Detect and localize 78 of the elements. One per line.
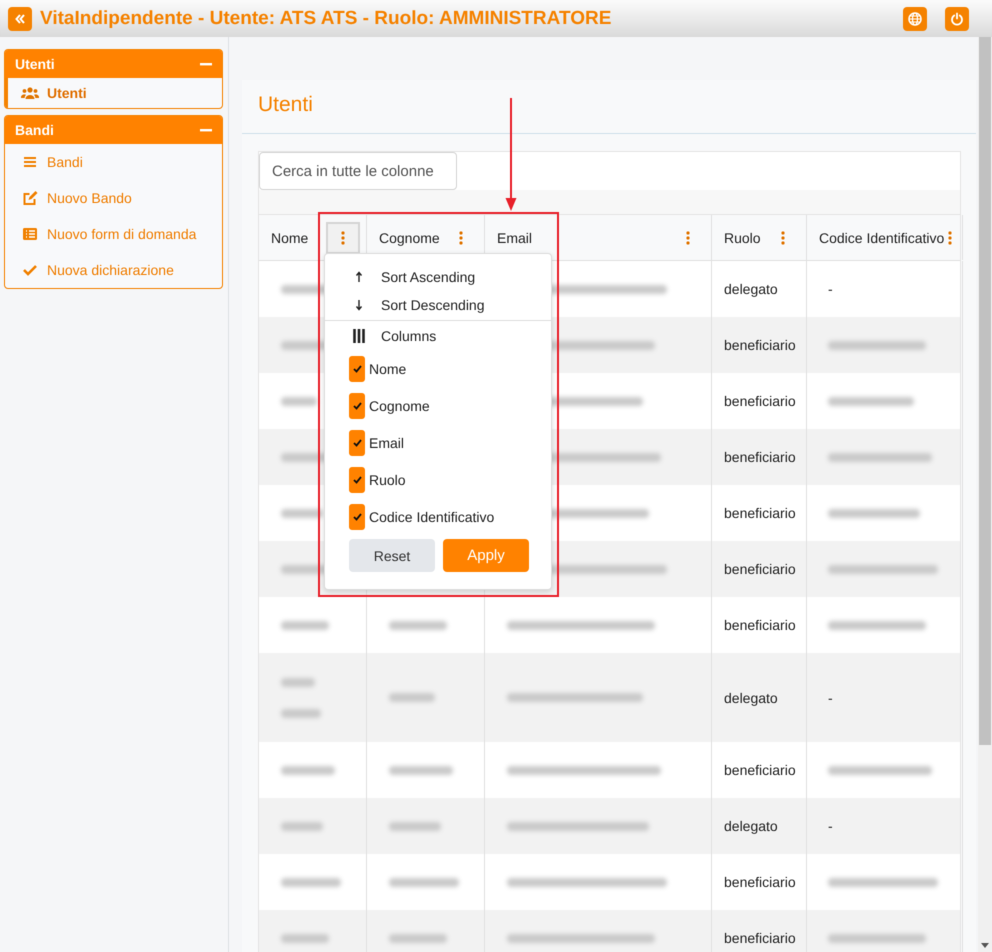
- table-cell: delegato: [724, 818, 778, 834]
- blurred-text: [389, 822, 441, 830]
- power-icon: [950, 12, 964, 26]
- table-cell: beneficiario: [724, 930, 796, 946]
- column-menu-button[interactable]: [326, 222, 360, 254]
- app-title: VitaIndipendente - Utente: ATS ATS - Ruolo: AMMINISTRATORE: [40, 8, 612, 30]
- checkbox[interactable]: [349, 356, 365, 382]
- more-vertical-icon: [781, 230, 785, 244]
- table-cell: beneficiario: [724, 762, 796, 778]
- blurred-text: [281, 934, 329, 942]
- blurred-text: [281, 678, 321, 718]
- column-title: Email: [497, 230, 532, 246]
- blurred-text: [389, 878, 459, 886]
- checkbox[interactable]: [349, 504, 365, 530]
- column-title: Codice Identificativo: [819, 230, 944, 246]
- menu-item[interactable]: Sort Ascending: [325, 263, 551, 291]
- blurred-text: [389, 766, 453, 774]
- menu-item[interactable]: Sort Descending: [325, 291, 551, 319]
- edit-icon: [21, 190, 39, 206]
- more-vertical-icon: [341, 230, 345, 244]
- table-cell: beneficiario: [724, 449, 796, 465]
- column-checkbox[interactable]: Codice Identificativo: [325, 498, 551, 535]
- table-cell: -: [828, 281, 833, 297]
- checkmark-icon: [352, 512, 362, 520]
- table-cell: -: [828, 690, 833, 706]
- column-checkbox[interactable]: Nome: [325, 350, 551, 387]
- checkbox[interactable]: [349, 430, 365, 456]
- blurred-text: [281, 766, 335, 774]
- table-cell: beneficiario: [724, 561, 796, 577]
- checkmark-icon: [352, 402, 362, 410]
- blurred-text: [281, 508, 323, 518]
- checkmark-icon: [352, 364, 362, 372]
- table-cell: beneficiario: [724, 874, 796, 890]
- blurred-text: [389, 934, 447, 942]
- checkmark-icon: [352, 438, 362, 446]
- blurred-text: [281, 620, 329, 630]
- logout-button[interactable]: [945, 6, 969, 30]
- blurred-text: [281, 878, 341, 886]
- page-title: Utenti: [242, 80, 976, 134]
- column-checkbox[interactable]: Ruolo: [325, 461, 551, 498]
- column-title: Nome: [271, 230, 308, 246]
- table-cell: beneficiario: [724, 505, 796, 521]
- table-cell: beneficiario: [724, 393, 796, 409]
- table-cell: beneficiario: [724, 337, 796, 353]
- table-cell: beneficiario: [724, 617, 796, 633]
- table-cell: -: [828, 818, 833, 834]
- columns-icon: [353, 329, 365, 343]
- table-cell: delegato: [724, 690, 778, 706]
- double-chevron-left-icon: [14, 12, 26, 24]
- more-vertical-icon: [686, 230, 690, 244]
- scroll-down-icon[interactable]: [981, 943, 989, 948]
- form-icon: [21, 228, 39, 240]
- arrow-up-icon: [353, 271, 365, 283]
- column-checkbox[interactable]: Email: [325, 424, 551, 461]
- more-vertical-icon: [948, 230, 952, 244]
- more-vertical-icon: [459, 230, 463, 244]
- globe-icon: [908, 12, 922, 26]
- blurred-text: [389, 620, 447, 630]
- check-icon: [21, 264, 39, 276]
- checkbox[interactable]: [349, 466, 365, 492]
- table-cell: delegato: [724, 281, 778, 297]
- column-checkbox[interactable]: Cognome: [325, 387, 551, 424]
- checkbox[interactable]: [349, 392, 365, 418]
- users-icon: [21, 86, 39, 100]
- column-title: Cognome: [379, 230, 440, 246]
- language-button[interactable]: [903, 6, 927, 30]
- column-title: Ruolo: [724, 230, 761, 246]
- scrollbar[interactable]: [978, 37, 992, 952]
- blurred-text: [281, 822, 323, 830]
- blurred-text: [389, 693, 435, 702]
- list-icon: [21, 156, 39, 168]
- search-field[interactable]: Cerca in tutte le colonne: [259, 152, 457, 190]
- menu-section-title: Columns: [381, 328, 436, 344]
- arrow-down-icon: [353, 299, 365, 311]
- collapse-sidebar-button[interactable]: [8, 6, 32, 30]
- checkmark-icon: [352, 476, 362, 484]
- blurred-text: [281, 396, 317, 406]
- reset-button[interactable]: Reset: [349, 539, 435, 572]
